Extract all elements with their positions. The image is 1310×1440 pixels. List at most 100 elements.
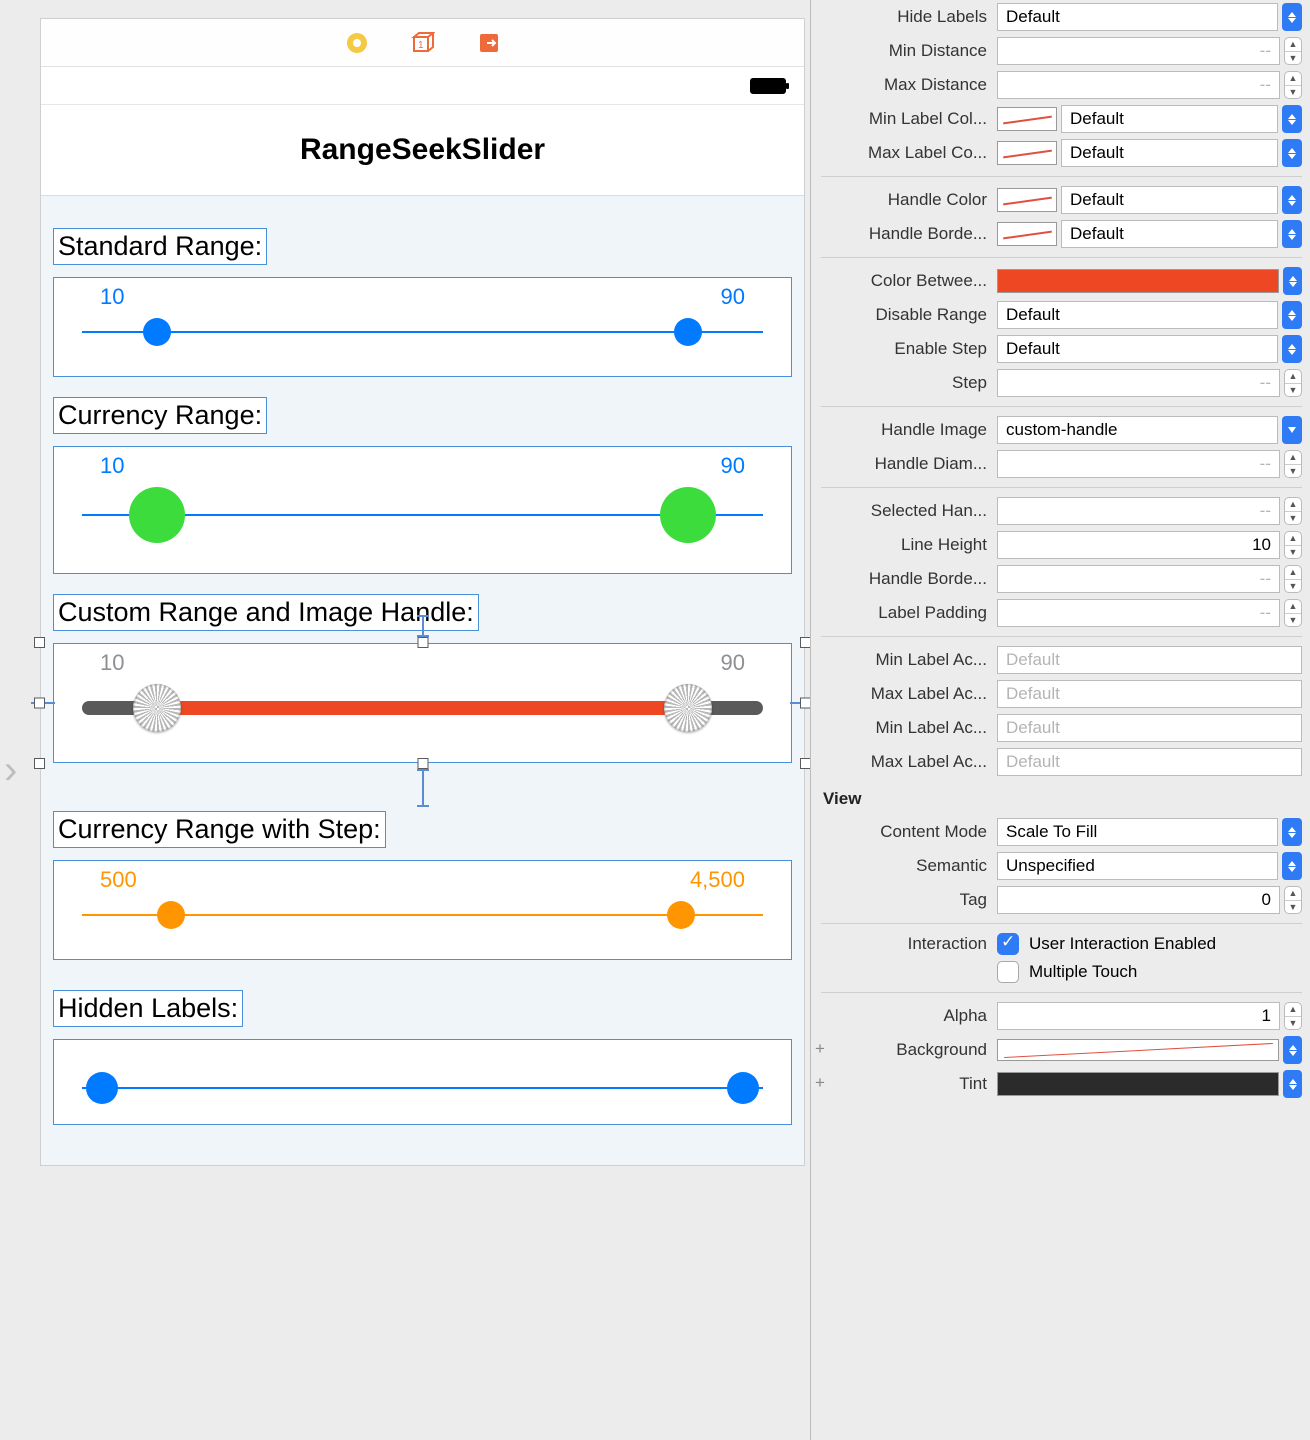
step-field[interactable]: -- xyxy=(997,369,1280,397)
stepper[interactable]: ▲▼ xyxy=(1284,71,1302,99)
selection-handle[interactable] xyxy=(417,758,428,769)
row-label: Max Distance xyxy=(811,75,997,95)
max-label-ac-field-2[interactable]: Default xyxy=(997,748,1302,776)
selection-handle[interactable] xyxy=(417,637,428,648)
slider-standard[interactable]: 10 90 xyxy=(53,277,792,377)
stepper[interactable]: ▲▼ xyxy=(1284,37,1302,65)
handle-color-popup[interactable]: Default xyxy=(1061,186,1278,214)
stepper[interactable]: ▲▼ xyxy=(1284,497,1302,525)
max-label-color-popup[interactable]: Default xyxy=(1061,139,1278,167)
row-label: Min Distance xyxy=(811,41,997,61)
slider-hidden[interactable] xyxy=(53,1039,792,1125)
slider-track xyxy=(82,331,763,333)
stepper[interactable]: ▲▼ xyxy=(1284,450,1302,478)
slider-handle-min[interactable] xyxy=(143,318,171,346)
popup-arrows-icon[interactable] xyxy=(1282,818,1302,846)
selection-handle[interactable] xyxy=(34,758,45,769)
popup-arrows-icon[interactable] xyxy=(1282,220,1302,248)
add-property-icon[interactable]: + xyxy=(811,1041,829,1059)
selected-handle-field[interactable]: -- xyxy=(997,497,1280,525)
slider-handle-min[interactable] xyxy=(157,901,185,929)
popup-arrows-icon[interactable] xyxy=(1282,3,1302,31)
line-height-field[interactable]: 10 xyxy=(997,531,1280,559)
slider-currency[interactable]: 10 90 xyxy=(53,446,792,574)
row-label: Min Label Col... xyxy=(811,109,997,129)
slider-handle-max[interactable] xyxy=(660,487,716,543)
popup-arrows-icon[interactable] xyxy=(1282,852,1302,880)
add-property-icon[interactable]: + xyxy=(811,1075,829,1093)
handle-image-popup[interactable]: custom-handle xyxy=(997,416,1278,444)
cube-icon[interactable]: 1 xyxy=(411,31,435,55)
exit-icon[interactable] xyxy=(477,31,501,55)
user-interaction-checkbox[interactable] xyxy=(997,933,1019,955)
tag-field[interactable]: 0 xyxy=(997,886,1280,914)
min-label-ac-field[interactable]: Default xyxy=(997,646,1302,674)
slider-custom-min: 10 xyxy=(100,650,124,676)
selection-handle[interactable] xyxy=(34,637,45,648)
slider-handle-max[interactable] xyxy=(727,1072,759,1104)
alpha-field[interactable]: 1 xyxy=(997,1002,1280,1030)
background-swatch[interactable] xyxy=(997,1039,1279,1061)
stepper[interactable]: ▲▼ xyxy=(1284,1002,1302,1030)
slider-handle-max[interactable] xyxy=(664,684,712,732)
popup-arrows-icon[interactable] xyxy=(1282,139,1302,167)
handle-border-color-popup[interactable]: Default xyxy=(1061,220,1278,248)
min-label-color-popup[interactable]: Default xyxy=(1061,105,1278,133)
stepper[interactable]: ▲▼ xyxy=(1284,599,1302,627)
color-swatch[interactable] xyxy=(997,188,1057,212)
slider-handle-min[interactable] xyxy=(86,1072,118,1104)
user-interaction-label: User Interaction Enabled xyxy=(1029,934,1216,954)
stepper[interactable]: ▲▼ xyxy=(1284,886,1302,914)
slider-standard-max: 90 xyxy=(721,284,745,310)
row-label: Max Label Co... xyxy=(811,143,997,163)
label-currency-range: Currency Range: xyxy=(53,397,267,434)
popup-arrows-icon[interactable] xyxy=(1282,186,1302,214)
min-label-ac-field-2[interactable]: Default xyxy=(997,714,1302,742)
handle-border-width-field[interactable]: -- xyxy=(997,565,1280,593)
row-label: Interaction xyxy=(811,934,997,954)
slider-custom-selected[interactable]: 10 90 xyxy=(53,643,792,763)
row-label: Handle Color xyxy=(811,190,997,210)
slider-handle-min[interactable] xyxy=(129,487,185,543)
stepper[interactable]: ▲▼ xyxy=(1284,531,1302,559)
content-mode-popup[interactable]: Scale To Fill xyxy=(997,818,1278,846)
stepper[interactable]: ▲▼ xyxy=(1284,369,1302,397)
disable-range-popup[interactable]: Default xyxy=(997,301,1278,329)
popup-arrows-icon[interactable] xyxy=(1282,301,1302,329)
stepper[interactable]: ▲▼ xyxy=(1284,565,1302,593)
slider-handle-max[interactable] xyxy=(674,318,702,346)
row-label: Disable Range xyxy=(811,305,997,325)
row-label: Min Label Ac... xyxy=(811,718,997,738)
color-between-swatch[interactable] xyxy=(997,269,1279,293)
constraint-indicator[interactable] xyxy=(422,615,424,637)
tint-swatch[interactable] xyxy=(997,1072,1279,1096)
row-label: Min Label Ac... xyxy=(811,650,997,670)
selection-handle[interactable] xyxy=(34,698,45,709)
slider-step[interactable]: 500 4,500 xyxy=(53,860,792,960)
max-distance-field[interactable]: -- xyxy=(997,71,1280,99)
color-swatch[interactable] xyxy=(997,141,1057,165)
multiple-touch-checkbox[interactable] xyxy=(997,961,1019,983)
first-responder-icon[interactable] xyxy=(345,31,369,55)
color-swatch[interactable] xyxy=(997,107,1057,131)
popup-arrows-icon[interactable] xyxy=(1283,1070,1302,1098)
enable-step-popup[interactable]: Default xyxy=(997,335,1278,363)
row-label: Handle Image xyxy=(811,420,997,440)
min-distance-field[interactable]: -- xyxy=(997,37,1280,65)
popup-arrows-icon[interactable] xyxy=(1283,267,1302,295)
constraint-indicator[interactable] xyxy=(422,769,424,807)
popup-arrows-icon[interactable] xyxy=(1282,105,1302,133)
slider-handle-max[interactable] xyxy=(667,901,695,929)
popup-arrows-icon[interactable] xyxy=(1283,1036,1302,1064)
chevron-down-icon[interactable] xyxy=(1282,416,1302,444)
semantic-popup[interactable]: Unspecified xyxy=(997,852,1278,880)
max-label-ac-field[interactable]: Default xyxy=(997,680,1302,708)
slider-handle-min[interactable] xyxy=(133,684,181,732)
popup-arrows-icon[interactable] xyxy=(1282,335,1302,363)
handle-diameter-field[interactable]: -- xyxy=(997,450,1280,478)
view-section-header: View xyxy=(811,779,1310,815)
label-padding-field[interactable]: -- xyxy=(997,599,1280,627)
color-swatch[interactable] xyxy=(997,222,1057,246)
hide-labels-popup[interactable]: Default xyxy=(997,3,1278,31)
canvas-scroll-chevron[interactable]: › xyxy=(4,748,17,793)
